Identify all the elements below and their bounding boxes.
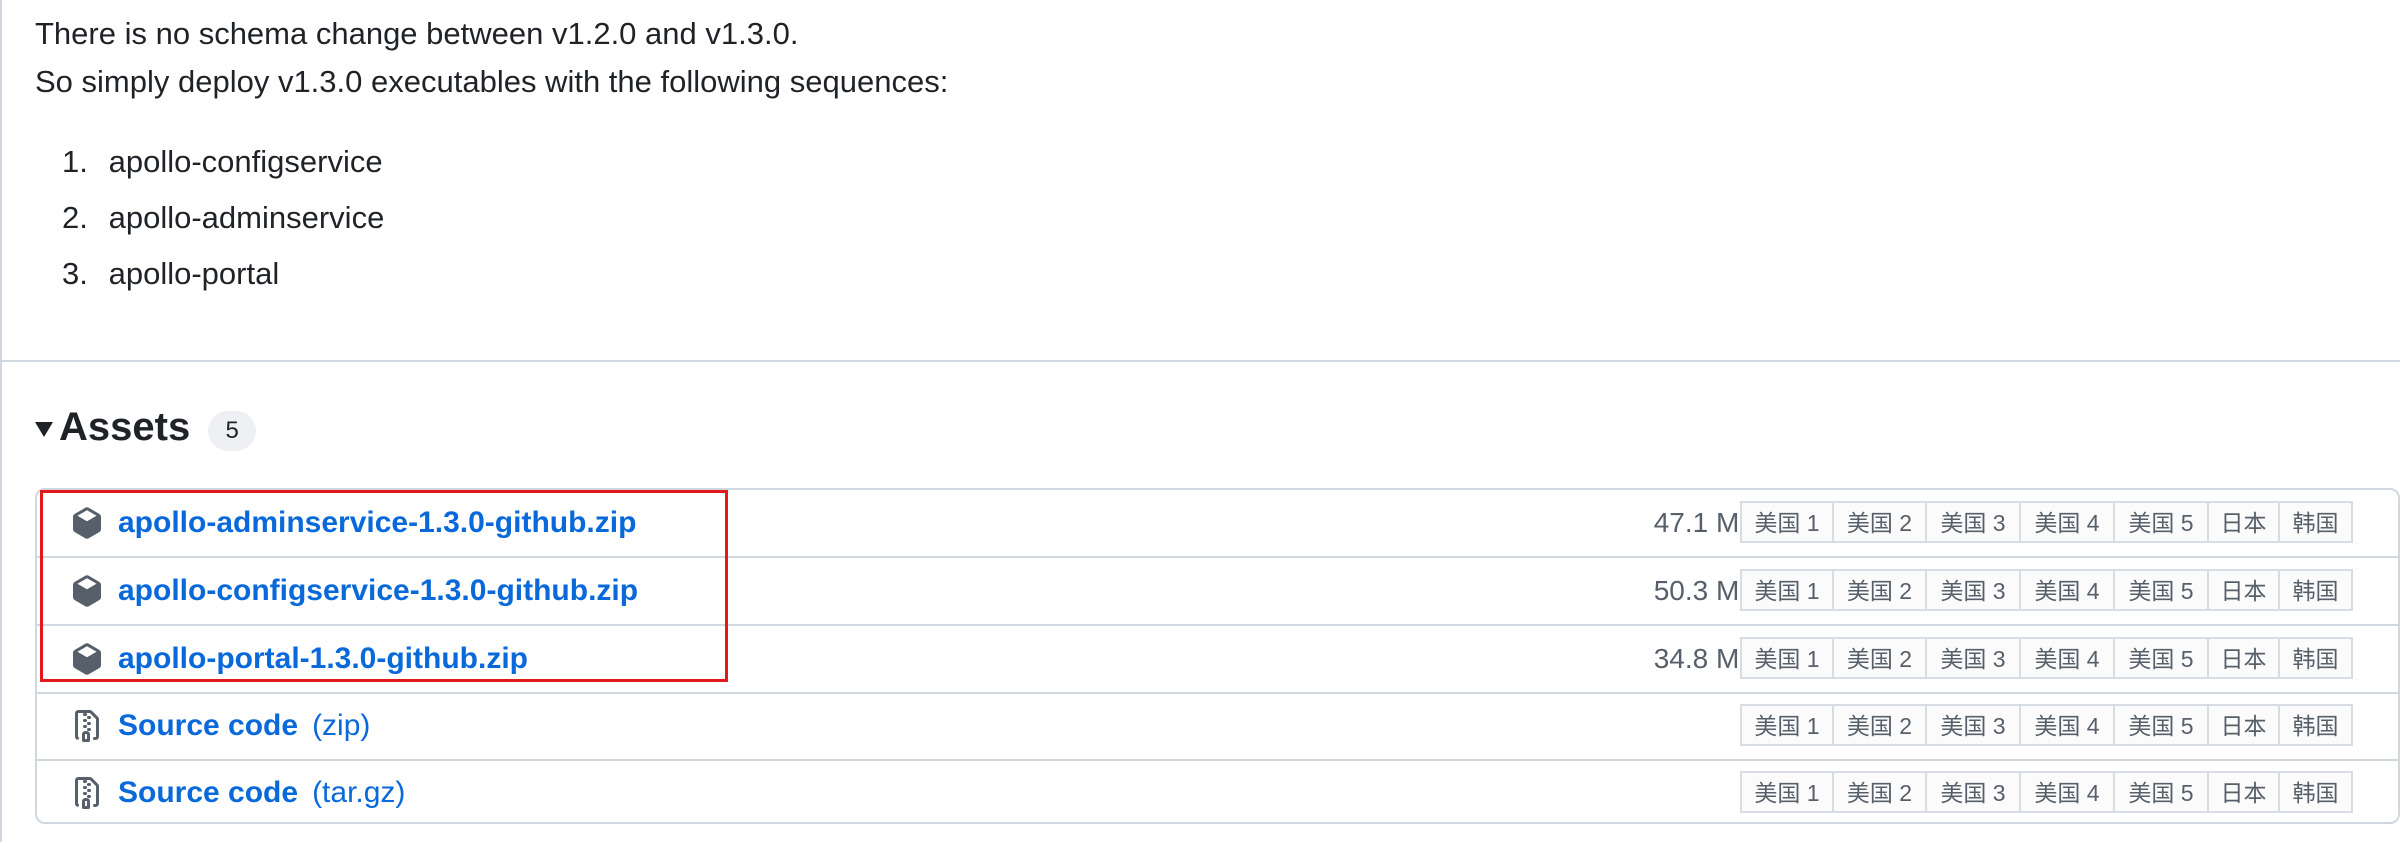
mirror-button-japan[interactable]: 日本 <box>2207 704 2280 746</box>
highlight-annotation-box <box>40 490 728 682</box>
notes-line-2: So simply deploy v1.3.0 executables with… <box>35 64 949 99</box>
mirror-button-korea[interactable]: 韩国 <box>2278 637 2353 679</box>
file-zip-icon <box>75 710 99 742</box>
list-item-number: 3. <box>62 256 88 291</box>
mirror-button-us-3[interactable]: 美国 3 <box>1925 704 2021 746</box>
mirror-button-japan[interactable]: 日本 <box>2207 637 2280 679</box>
mirror-button-us-5[interactable]: 美国 5 <box>2113 569 2209 611</box>
mirror-button-us-4[interactable]: 美国 4 <box>2019 704 2115 746</box>
source-code-zip-link[interactable]: Source code (zip) <box>118 693 370 759</box>
list-item-text: apollo-portal <box>108 256 280 291</box>
left-border <box>0 0 2 842</box>
mirror-button-group: 美国 1 美国 2 美国 3 美国 4 美国 5 日本 韩国 <box>1740 569 2353 611</box>
mirror-button-us-1[interactable]: 美国 1 <box>1740 501 1834 543</box>
mirror-button-korea[interactable]: 韩国 <box>2278 501 2353 543</box>
assets-count-badge: 5 <box>208 411 257 451</box>
list-item-text: apollo-configservice <box>108 144 383 179</box>
mirror-button-group: 美国 1 美国 2 美国 3 美国 4 美国 5 日本 韩国 <box>1740 771 2353 813</box>
mirror-button-us-4[interactable]: 美国 4 <box>2019 569 2115 611</box>
mirror-button-us-2[interactable]: 美国 2 <box>1832 501 1927 543</box>
mirror-button-us-5[interactable]: 美国 5 <box>2113 771 2209 813</box>
mirror-button-korea[interactable]: 韩国 <box>2278 569 2353 611</box>
mirror-button-us-5[interactable]: 美国 5 <box>2113 637 2209 679</box>
list-item-number: 1. <box>62 144 88 179</box>
mirror-button-us-3[interactable]: 美国 3 <box>1925 569 2021 611</box>
mirror-button-japan[interactable]: 日本 <box>2207 771 2280 813</box>
mirror-button-japan[interactable]: 日本 <box>2207 569 2280 611</box>
mirror-button-us-2[interactable]: 美国 2 <box>1832 704 1927 746</box>
mirror-button-us-4[interactable]: 美国 4 <box>2019 637 2115 679</box>
mirror-button-us-2[interactable]: 美国 2 <box>1832 771 1927 813</box>
mirror-button-korea[interactable]: 韩国 <box>2278 704 2353 746</box>
asset-row: Source code (zip) 美国 1 美国 2 美国 3 美国 4 美国 … <box>37 693 2398 761</box>
release-notes-page: There is no schema change between v1.2.0… <box>0 0 2400 842</box>
source-code-format: (zip) <box>312 709 371 742</box>
mirror-button-us-4[interactable]: 美国 4 <box>2019 501 2115 543</box>
file-zip-icon <box>75 777 99 809</box>
mirror-button-us-3[interactable]: 美国 3 <box>1925 501 2021 543</box>
notes-line-1: There is no schema change between v1.2.0… <box>35 16 799 51</box>
source-code-label: Source code <box>118 776 299 809</box>
mirror-button-us-1[interactable]: 美国 1 <box>1740 637 1834 679</box>
source-code-label: Source code <box>118 709 299 742</box>
mirror-button-group: 美国 1 美国 2 美国 3 美国 4 美国 5 日本 韩国 <box>1740 637 2353 679</box>
list-item: 3. apollo-portal <box>62 246 384 302</box>
mirror-button-us-1[interactable]: 美国 1 <box>1740 704 1834 746</box>
list-item-text: apollo-adminservice <box>108 200 385 235</box>
mirror-button-us-5[interactable]: 美国 5 <box>2113 501 2209 543</box>
source-code-format: (tar.gz) <box>312 776 406 809</box>
mirror-button-us-1[interactable]: 美国 1 <box>1740 771 1834 813</box>
mirror-button-us-4[interactable]: 美国 4 <box>2019 771 2115 813</box>
asset-row: Source code (tar.gz) 美国 1 美国 2 美国 3 美国 4 … <box>37 760 2398 826</box>
assets-heading: Assets <box>59 405 191 449</box>
list-item-number: 2. <box>62 200 88 235</box>
list-item: 1. apollo-configservice <box>62 134 384 190</box>
mirror-button-group: 美国 1 美国 2 美国 3 美国 4 美国 5 日本 韩国 <box>1740 704 2353 746</box>
section-divider <box>0 360 2400 362</box>
mirror-button-us-2[interactable]: 美国 2 <box>1832 637 1927 679</box>
mirror-button-group: 美国 1 美国 2 美国 3 美国 4 美国 5 日本 韩国 <box>1740 501 2353 543</box>
caret-down-icon <box>35 421 53 437</box>
mirror-button-us-5[interactable]: 美国 5 <box>2113 704 2209 746</box>
mirror-button-japan[interactable]: 日本 <box>2207 501 2280 543</box>
release-notes-body: There is no schema change between v1.2.0… <box>35 10 948 106</box>
source-code-targz-link[interactable]: Source code (tar.gz) <box>118 760 405 826</box>
mirror-button-us-2[interactable]: 美国 2 <box>1832 569 1927 611</box>
assets-toggle[interactable]: Assets 5 <box>35 398 257 456</box>
deploy-sequence-list: 1. apollo-configservice 2. apollo-admins… <box>62 134 384 302</box>
mirror-button-korea[interactable]: 韩国 <box>2278 771 2353 813</box>
mirror-button-us-3[interactable]: 美国 3 <box>1925 771 2021 813</box>
mirror-button-us-1[interactable]: 美国 1 <box>1740 569 1834 611</box>
list-item: 2. apollo-adminservice <box>62 190 384 246</box>
mirror-button-us-3[interactable]: 美国 3 <box>1925 637 2021 679</box>
